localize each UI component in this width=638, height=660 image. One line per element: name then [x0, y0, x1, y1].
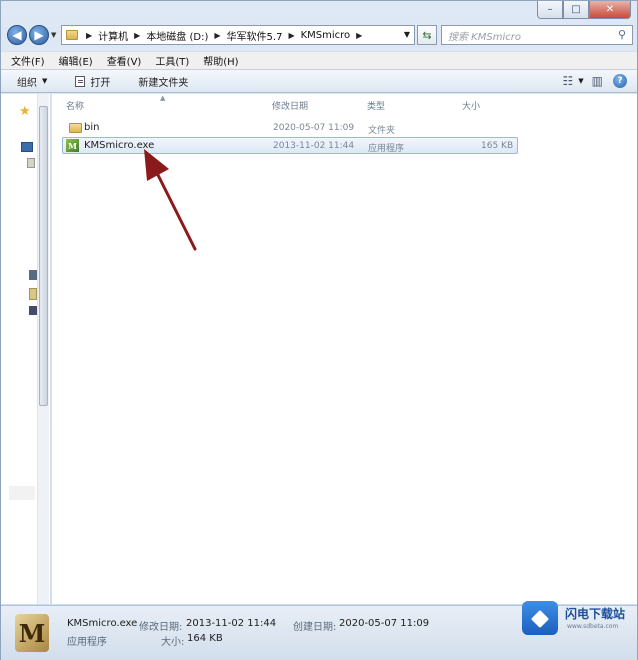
file-modified: 2013-11-02 11:44	[273, 141, 355, 151]
view-controls: ☷ ▼ ▥ ?	[555, 74, 627, 88]
network-icon[interactable]	[29, 306, 37, 315]
minimize-button[interactable]: –	[537, 1, 563, 19]
details-modified-value: 2013-11-02 11:44	[186, 618, 277, 629]
back-button[interactable]: ◀	[7, 25, 27, 45]
open-button[interactable]: 打开	[75, 74, 110, 89]
details-filename: KMSmicro.exe	[67, 618, 138, 629]
breadcrumb-huajun[interactable]: 华军软件5.7	[227, 28, 283, 43]
column-header-type[interactable]: 类型	[367, 99, 385, 112]
breadcrumb-local-disk[interactable]: 本地磁盘 (D:)	[146, 28, 208, 43]
kmsmicro-large-icon: M	[15, 614, 49, 652]
chevron-down-icon: ▼	[42, 77, 48, 85]
recent-pages-dropdown[interactable]: ▼	[51, 31, 56, 39]
details-created-label: 创建日期:	[293, 622, 337, 633]
chevron-right-icon[interactable]: ▶	[288, 31, 294, 40]
navigation-row: ◀ ▶ ▼ ▶ 计算机 ▶ 本地磁盘 (D:) ▶ 华军软件5.7 ▶ KMSm…	[1, 23, 637, 47]
command-toolbar: 组织 ▼ 打开 新建文件夹 ☷ ▼ ▥ ?	[1, 69, 637, 93]
view-options-icon[interactable]: ☷	[563, 74, 574, 88]
close-button[interactable]: ✕	[589, 1, 631, 19]
menu-edit[interactable]: 编辑(E)	[59, 53, 93, 68]
column-headers: ▲ 名称 修改日期 类型 大小	[52, 94, 637, 114]
details-size-label: 大小:	[161, 637, 185, 648]
watermark-url: www.sdbeta.com	[567, 623, 619, 630]
details-created-value: 2020-05-07 11:09	[339, 618, 430, 629]
new-folder-button[interactable]: 新建文件夹	[138, 74, 188, 89]
organize-label: 组织	[17, 77, 37, 89]
search-input[interactable]: 搜索 KMSmicro ⚲	[441, 25, 633, 45]
navigation-pane: ★	[1, 94, 51, 604]
watermark-logo-icon	[522, 601, 558, 635]
menu-help[interactable]: 帮助(H)	[203, 53, 238, 68]
address-dropdown-icon[interactable]: ▼	[404, 30, 410, 39]
file-row-bin[interactable]: bin 2020-05-07 11:09 文件夹	[62, 120, 518, 137]
column-header-modified[interactable]: 修改日期	[272, 99, 308, 112]
folder-icon	[69, 123, 82, 133]
library-documents-icon[interactable]	[27, 158, 35, 168]
menu-file[interactable]: 文件(F)	[11, 53, 45, 68]
details-type: 应用程序	[67, 637, 107, 648]
preview-pane-icon[interactable]: ▥	[592, 74, 603, 88]
file-modified: 2020-05-07 11:09	[273, 123, 355, 133]
nav-pane-scroll-thumb[interactable]	[39, 106, 48, 406]
watermark-title: 闪电下载站	[565, 607, 626, 621]
caption-buttons: – □ ✕	[537, 1, 631, 19]
file-row-kmsmicro[interactable]: M KMSmicro.exe 2013-11-02 11:44 应用程序 165…	[62, 137, 518, 154]
menu-view[interactable]: 查看(V)	[107, 53, 142, 68]
details-size-value: 164 KB	[187, 633, 223, 644]
file-name: KMSmicro.exe	[84, 140, 155, 151]
chevron-right-icon[interactable]: ▶	[214, 31, 220, 40]
folder-icon	[66, 30, 78, 40]
back-arrow-icon: ◀	[12, 28, 22, 42]
chevron-right-icon[interactable]: ▶	[134, 31, 140, 40]
open-label: 打开	[90, 77, 111, 89]
menu-tools[interactable]: 工具(T)	[155, 53, 189, 68]
details-modified-label: 修改日期:	[139, 622, 183, 633]
chevron-right-icon[interactable]: ▶	[356, 31, 362, 40]
forward-arrow-icon: ▶	[34, 28, 44, 42]
sort-ascending-icon: ▲	[160, 94, 166, 102]
organize-button[interactable]: 组织 ▼	[17, 74, 47, 89]
file-size: 165 KB	[481, 141, 514, 151]
nav-pane-band	[9, 486, 35, 500]
favorites-star-icon[interactable]: ★	[19, 104, 31, 119]
menu-bar: 文件(F) 编辑(E) 查看(V) 工具(T) 帮助(H)	[1, 51, 637, 69]
chevron-right-icon[interactable]: ▶	[86, 31, 92, 40]
file-type: 文件夹	[368, 126, 396, 136]
nav-pane-scrollbar[interactable]	[37, 94, 49, 604]
column-header-size[interactable]: 大小	[462, 99, 480, 112]
refresh-icon: ⇆	[422, 28, 432, 42]
kmsmicro-app-icon: M	[66, 139, 79, 152]
open-document-icon	[75, 75, 86, 87]
file-name: bin	[84, 122, 100, 133]
file-type: 应用程序	[368, 144, 405, 154]
maximize-button[interactable]: □	[563, 1, 589, 19]
new-folder-label: 新建文件夹	[138, 77, 189, 89]
refresh-button[interactable]: ⇆	[417, 25, 437, 45]
search-placeholder: 搜索 KMSmicro	[448, 31, 521, 43]
library-icon[interactable]	[21, 142, 33, 152]
search-icon[interactable]: ⚲	[618, 28, 626, 41]
help-icon[interactable]: ?	[613, 74, 627, 88]
explorer-window: – □ ✕ ◀ ▶ ▼ ▶ 计算机 ▶ 本地磁盘 (D:) ▶ 华军软件5.7 …	[0, 0, 638, 660]
computer-icon[interactable]	[29, 270, 37, 280]
breadcrumb-kmsmicro[interactable]: KMSmicro	[301, 30, 351, 41]
column-header-name[interactable]: 名称	[66, 99, 84, 112]
address-bar[interactable]: ▶ 计算机 ▶ 本地磁盘 (D:) ▶ 华军软件5.7 ▶ KMSmicro ▶…	[61, 25, 415, 45]
drive-icon[interactable]	[29, 288, 37, 300]
forward-button[interactable]: ▶	[29, 25, 49, 45]
file-list: ▲ 名称 修改日期 类型 大小 bin 2020-05-07 11:09 文件夹…	[52, 94, 637, 604]
view-dropdown-icon[interactable]: ▼	[578, 77, 583, 85]
breadcrumb-computer[interactable]: 计算机	[98, 28, 128, 43]
